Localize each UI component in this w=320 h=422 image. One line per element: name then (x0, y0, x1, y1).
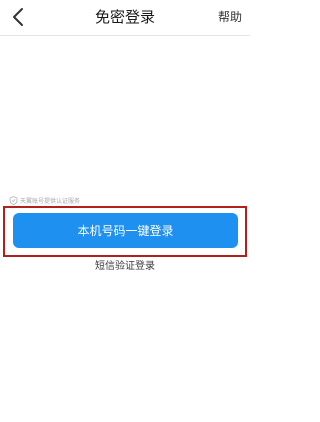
nav-bar: 免密登录 帮助 (0, 0, 250, 36)
help-link[interactable]: 帮助 (218, 0, 242, 34)
chevron-left-icon (12, 7, 24, 27)
provider-note-text: 天翼账号提供认证服务 (20, 197, 81, 205)
sms-login-link[interactable]: 短信验证登录 (95, 261, 155, 272)
page-title: 免密登录 (94, 8, 155, 26)
one-tap-login-button[interactable]: 本机号码一键登录 (13, 213, 238, 248)
sms-login-row: 短信验证登录 (0, 258, 250, 276)
one-tap-login-label: 本机号码一键登录 (77, 224, 174, 238)
provider-note: 天翼账号提供认证服务 (9, 194, 80, 206)
back-button[interactable] (4, 2, 32, 32)
shield-check-icon (9, 195, 18, 205)
